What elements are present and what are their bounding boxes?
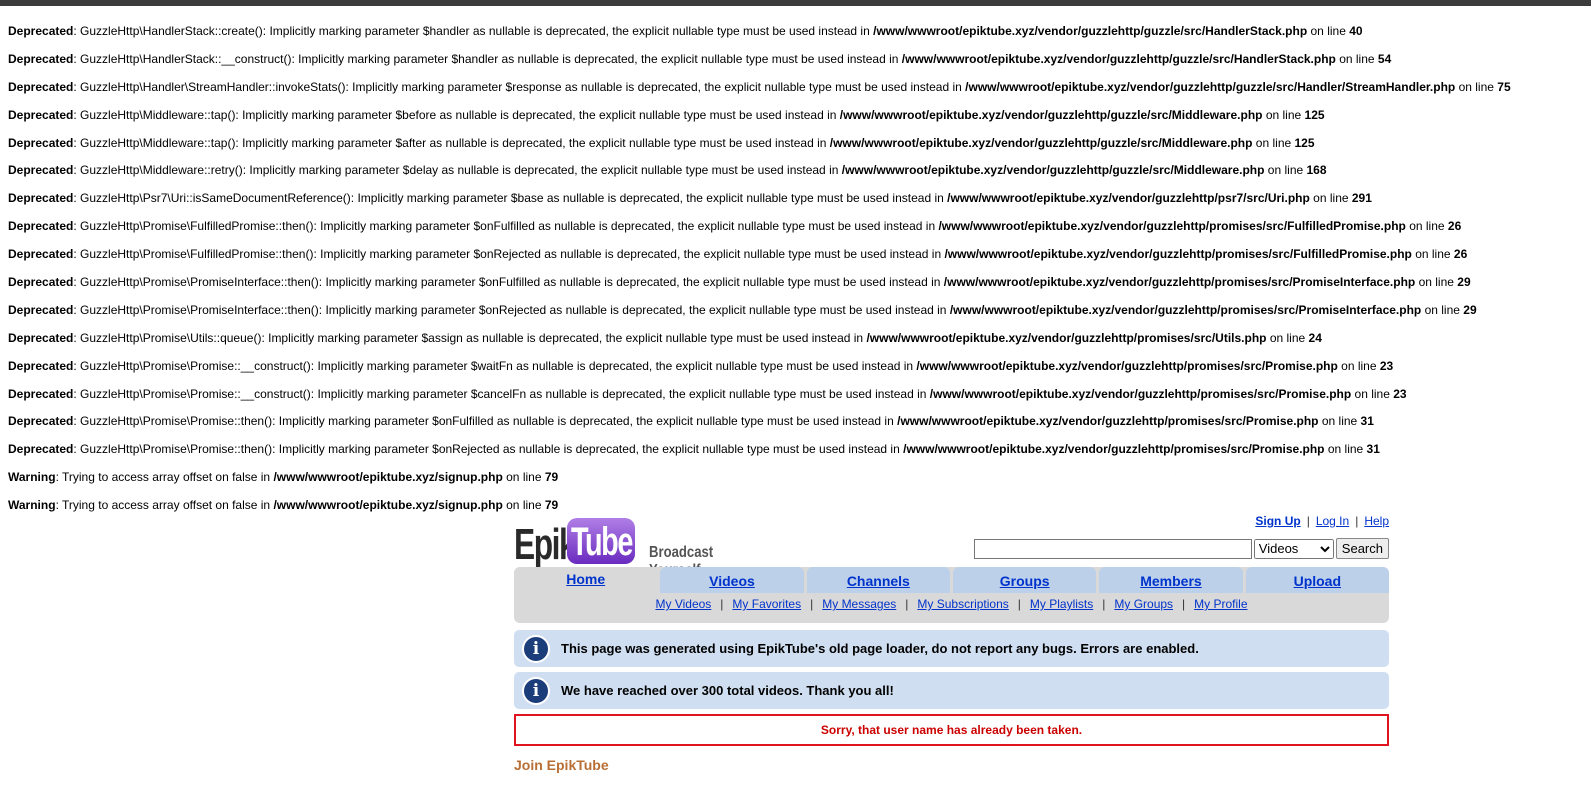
signup-error-message: Sorry, that user name has already been t… [514, 714, 1389, 746]
php-error-line: Deprecated: GuzzleHttp\Promise\PromiseIn… [8, 302, 1477, 317]
subnav-my-subscriptions[interactable]: My Subscriptions [917, 597, 1008, 611]
php-error-line: Deprecated: GuzzleHttp\Middleware::tap()… [8, 107, 1325, 122]
search-input[interactable] [973, 538, 1252, 559]
tab-videos[interactable]: Videos [660, 567, 804, 593]
login-link[interactable]: Log In [1316, 514, 1349, 528]
php-error-line: Deprecated: GuzzleHttp\Promise\Promise::… [8, 442, 1380, 457]
subnav-my-messages[interactable]: My Messages [822, 597, 896, 611]
search-bar: Videos Search [973, 538, 1389, 559]
tab-channels[interactable]: Channels [806, 567, 950, 593]
tab-members[interactable]: Members [1099, 567, 1243, 593]
join-heading: Join EpikTube [514, 757, 609, 773]
php-error-list: Deprecated: GuzzleHttp\HandlerStack::cre… [8, 24, 1511, 526]
user-links: Sign Up | Log In | Help [1255, 514, 1389, 528]
search-button[interactable]: Search [1335, 538, 1389, 559]
php-error-line: Warning: Trying to access array offset o… [8, 470, 559, 485]
info-icon: i [522, 677, 550, 705]
subnav-my-profile[interactable]: My Profile [1194, 597, 1247, 611]
php-error-line: Deprecated: GuzzleHttp\Psr7\Uri::isSameD… [8, 191, 1372, 206]
subnav-my-videos[interactable]: My Videos [655, 597, 711, 611]
php-error-line: Deprecated: GuzzleHttp\Promise\Fulfilled… [8, 247, 1468, 262]
tab-groups[interactable]: Groups [952, 567, 1097, 593]
sub-nav: My Videos | My Favorites | My Messages | My Su… [655, 597, 1248, 611]
tab-upload[interactable]: Upload [1245, 567, 1389, 593]
info-icon: i [522, 635, 550, 663]
php-error-line: Deprecated: GuzzleHttp\Middleware::tap()… [8, 135, 1315, 150]
subnav-my-groups[interactable]: My Groups [1114, 597, 1173, 611]
php-error-line: Deprecated: GuzzleHttp\Promise\PromiseIn… [8, 275, 1471, 290]
subnav-my-playlists[interactable]: My Playlists [1030, 597, 1093, 611]
logo-epik: Epik [514, 520, 577, 569]
php-error-line: Deprecated: GuzzleHttp\Promise\Promise::… [8, 414, 1374, 429]
php-error-line: Deprecated: GuzzleHttp\Promise\Promise::… [8, 386, 1407, 401]
php-error-line: Deprecated: GuzzleHttp\Promise\Promise::… [8, 358, 1394, 373]
php-error-line: Deprecated: GuzzleHttp\HandlerStack::cre… [8, 24, 1363, 38]
search-scope-select[interactable]: Videos [1253, 538, 1334, 559]
php-error-line: Deprecated: GuzzleHttp\HandlerStack::__c… [8, 51, 1392, 66]
php-error-line: Deprecated: GuzzleHttp\Promise\Fulfilled… [8, 219, 1462, 234]
logo-tube: Tube [567, 518, 635, 564]
signup-link[interactable]: Sign Up [1255, 514, 1300, 528]
php-error-line: Deprecated: GuzzleHttp\Handler\StreamHan… [8, 79, 1511, 94]
php-error-line: Deprecated: GuzzleHttp\Promise\Utils::qu… [8, 330, 1322, 345]
notice-text: We have reached over 300 total videos. T… [561, 683, 894, 698]
subnav-my-favorites[interactable]: My Favorites [732, 597, 801, 611]
notice-text: This page was generated using EpikTube's… [561, 641, 1199, 656]
help-link[interactable]: Help [1364, 514, 1389, 528]
notice-loader: i This page was generated using EpikTube… [514, 630, 1389, 667]
top-bar [0, 0, 1591, 6]
notice-milestone: i We have reached over 300 total videos.… [514, 672, 1389, 709]
tab-home[interactable]: Home [514, 567, 658, 593]
main-nav: Home Videos Channels Groups Members Upload My… [514, 567, 1389, 623]
php-error-line: Deprecated: GuzzleHttp\Middleware::retry… [8, 163, 1327, 178]
